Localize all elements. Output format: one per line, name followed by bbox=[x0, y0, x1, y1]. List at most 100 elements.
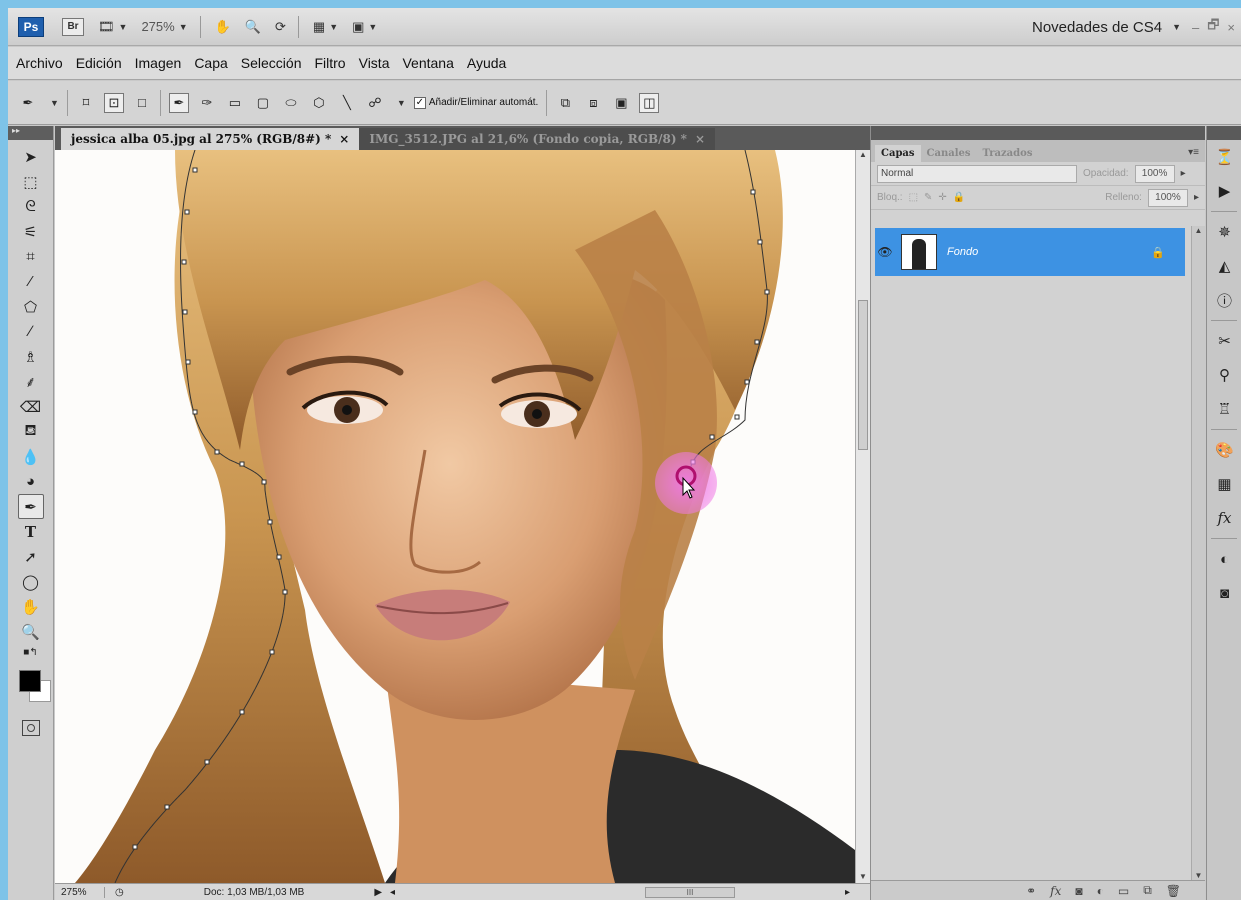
actions-panel-button[interactable]: ▶ bbox=[1207, 174, 1241, 208]
adjustment-layer-icon[interactable]: ◐ bbox=[1097, 884, 1104, 898]
add-to-path-area-button[interactable]: ⧉ bbox=[555, 93, 575, 113]
link-layers-icon[interactable]: ⚭ bbox=[1026, 884, 1036, 898]
swatches-panel-button[interactable]: ▦ bbox=[1207, 467, 1241, 501]
close-button[interactable]: × bbox=[1227, 20, 1235, 35]
crop-tool[interactable]: ⌗ bbox=[18, 244, 44, 269]
auto-add-delete-option[interactable]: ✓ Añadir/Eliminar automát. bbox=[413, 96, 538, 109]
ellipse-option[interactable]: ⬭ bbox=[281, 93, 301, 113]
menu-ayuda[interactable]: Ayuda bbox=[467, 55, 506, 71]
checkbox-checked-icon[interactable]: ✓ bbox=[413, 96, 426, 109]
panel-header[interactable] bbox=[871, 126, 1205, 140]
bridge-button[interactable]: Br bbox=[62, 17, 84, 36]
dock-header[interactable] bbox=[1207, 126, 1241, 140]
status-menu-arrow[interactable]: ▶ bbox=[374, 887, 382, 898]
navigator-panel-button[interactable]: ✵ bbox=[1207, 215, 1241, 249]
line-option[interactable]: ╲ bbox=[337, 93, 357, 113]
subtract-from-path-area-button[interactable]: ⧈ bbox=[583, 93, 603, 113]
custom-shape-option[interactable]: ☍ bbox=[365, 93, 385, 113]
menu-archivo[interactable]: Archivo bbox=[16, 55, 63, 71]
pen-tool[interactable]: ✒ bbox=[17, 494, 44, 519]
tab-trazados[interactable]: Trazados bbox=[977, 145, 1039, 162]
eraser-tool[interactable]: ⌫ bbox=[18, 394, 44, 419]
menu-capa[interactable]: Capa bbox=[194, 55, 227, 71]
exclude-overlapping-areas-button[interactable]: ◫ bbox=[639, 92, 660, 113]
foreground-color-swatch[interactable] bbox=[18, 670, 41, 692]
fill-slider-arrow[interactable]: ▸ bbox=[1194, 192, 1199, 203]
layer-name[interactable]: Fondo bbox=[947, 246, 1151, 258]
brush-tool[interactable]: ∕ bbox=[18, 319, 44, 344]
clone-stamp-tool[interactable]: ♗ bbox=[18, 344, 44, 369]
brushes-panel-button[interactable]: ⚲ bbox=[1207, 358, 1241, 392]
opacity-slider-arrow[interactable]: ▸ bbox=[1181, 168, 1186, 179]
close-icon[interactable]: × bbox=[695, 132, 705, 146]
clone-source-button[interactable]: ♖ bbox=[1207, 392, 1241, 426]
path-selection-tool[interactable]: ➚ bbox=[18, 544, 44, 569]
move-tool[interactable]: ➤ bbox=[18, 144, 44, 169]
close-icon[interactable]: × bbox=[339, 132, 349, 146]
tool-preset-picker[interactable]: ✒ bbox=[18, 93, 38, 113]
rounded-rectangle-option[interactable]: ▢ bbox=[253, 93, 273, 113]
styles-panel-button[interactable]: fx bbox=[1207, 501, 1241, 535]
eyedropper-tool[interactable]: ⁄ bbox=[18, 269, 44, 294]
pen-tool-option[interactable]: ✒ bbox=[168, 92, 189, 113]
layer-style-icon[interactable]: fx bbox=[1050, 884, 1061, 898]
lasso-tool[interactable]: ᘓ bbox=[18, 194, 44, 219]
hand-tool-button[interactable]: ✋ bbox=[215, 19, 231, 35]
opacity-field[interactable]: 100% bbox=[1134, 164, 1175, 183]
menu-vista[interactable]: Vista bbox=[359, 55, 390, 71]
type-tool[interactable]: T bbox=[18, 519, 44, 544]
horizontal-scroll-thumb[interactable]: III bbox=[645, 887, 735, 898]
panel-menu-icon[interactable]: ▾≡ bbox=[1188, 147, 1199, 162]
freeform-pen-option[interactable]: ✑ bbox=[197, 93, 217, 113]
polygon-option[interactable]: ⬡ bbox=[309, 93, 329, 113]
menu-edicion[interactable]: Edición bbox=[76, 55, 122, 71]
rectangle-shape-option[interactable]: ▭ bbox=[225, 93, 245, 113]
fill-field[interactable]: 100% bbox=[1147, 188, 1188, 207]
trash-icon[interactable]: 🗑 bbox=[1166, 884, 1181, 898]
document-tab-inactive[interactable]: IMG_3512.JPG al 21,6% (Fondo copia, RGB/… bbox=[359, 128, 716, 150]
lock-transparent-icon[interactable]: ⬚ bbox=[909, 192, 918, 203]
layer-row[interactable]: 👁 Fondo 🔒 bbox=[875, 228, 1185, 276]
quick-mask-button[interactable] bbox=[21, 720, 40, 736]
swap-colors-button[interactable]: ■↰ bbox=[18, 644, 44, 660]
scroll-up-arrow[interactable]: ▲ bbox=[856, 150, 870, 159]
shape-layers-button[interactable]: ⌑ bbox=[76, 93, 96, 113]
tab-canales[interactable]: Canales bbox=[921, 145, 977, 162]
lock-all-icon[interactable]: 🔒 bbox=[953, 192, 965, 203]
zoom-tool-button[interactable]: 🔍 bbox=[245, 19, 261, 35]
histogram-panel-button[interactable]: ◭ bbox=[1207, 249, 1241, 283]
hand-tool[interactable]: ✋ bbox=[18, 594, 44, 619]
eye-icon[interactable]: 👁 bbox=[875, 245, 895, 259]
rotate-view-button[interactable]: ⟳ bbox=[275, 19, 286, 35]
history-brush-tool[interactable]: ⸙ bbox=[18, 369, 44, 394]
vertical-scroll-thumb[interactable] bbox=[858, 300, 868, 450]
zoom-level-dropdown[interactable]: 275% ▼ bbox=[141, 19, 187, 34]
tools-panel-header[interactable]: ▸▸ bbox=[8, 126, 53, 140]
restore-button[interactable]: 🗗 bbox=[1207, 16, 1219, 38]
masks-panel-button[interactable]: ◙ bbox=[1207, 576, 1241, 610]
color-panel-button[interactable]: 🎨 bbox=[1207, 433, 1241, 467]
minimize-button[interactable]: – bbox=[1192, 20, 1199, 35]
dodge-tool[interactable]: ◕ bbox=[18, 469, 44, 494]
screen-mode-button[interactable]: 🎞 ▼ bbox=[98, 19, 127, 35]
tool-presets-button[interactable]: ✂ bbox=[1207, 324, 1241, 358]
new-group-icon[interactable]: ▭ bbox=[1118, 884, 1129, 898]
menu-ventana[interactable]: Ventana bbox=[402, 55, 453, 71]
tab-capas[interactable]: Capas bbox=[875, 145, 921, 162]
adjustments-panel-button[interactable]: ◐ bbox=[1207, 542, 1241, 576]
status-zoom-field[interactable]: 275% bbox=[55, 886, 105, 898]
screen-mode-toggle[interactable]: ▣ ▼ bbox=[352, 19, 377, 35]
scroll-down-arrow[interactable]: ▼ bbox=[856, 872, 870, 881]
paint-bucket-tool[interactable]: ⛾ bbox=[18, 419, 44, 444]
shape-tool[interactable]: ◯ bbox=[18, 569, 44, 594]
scroll-right-arrow[interactable]: ▸ bbox=[845, 887, 850, 898]
marquee-tool[interactable]: ⬚ bbox=[18, 169, 44, 194]
fill-pixels-button[interactable]: □ bbox=[132, 93, 152, 113]
zoom-tool[interactable]: 🔍 bbox=[18, 619, 44, 644]
history-panel-button[interactable]: ⏳ bbox=[1207, 140, 1241, 174]
blur-tool[interactable]: 💧 bbox=[18, 444, 44, 469]
workspace-switcher[interactable]: Novedades de CS4 ▼ bbox=[1032, 8, 1181, 46]
info-panel-button[interactable]: ⓘ bbox=[1207, 283, 1241, 317]
healing-brush-tool[interactable]: ⬠ bbox=[18, 294, 44, 319]
lock-position-icon[interactable]: ✛ bbox=[938, 192, 946, 203]
